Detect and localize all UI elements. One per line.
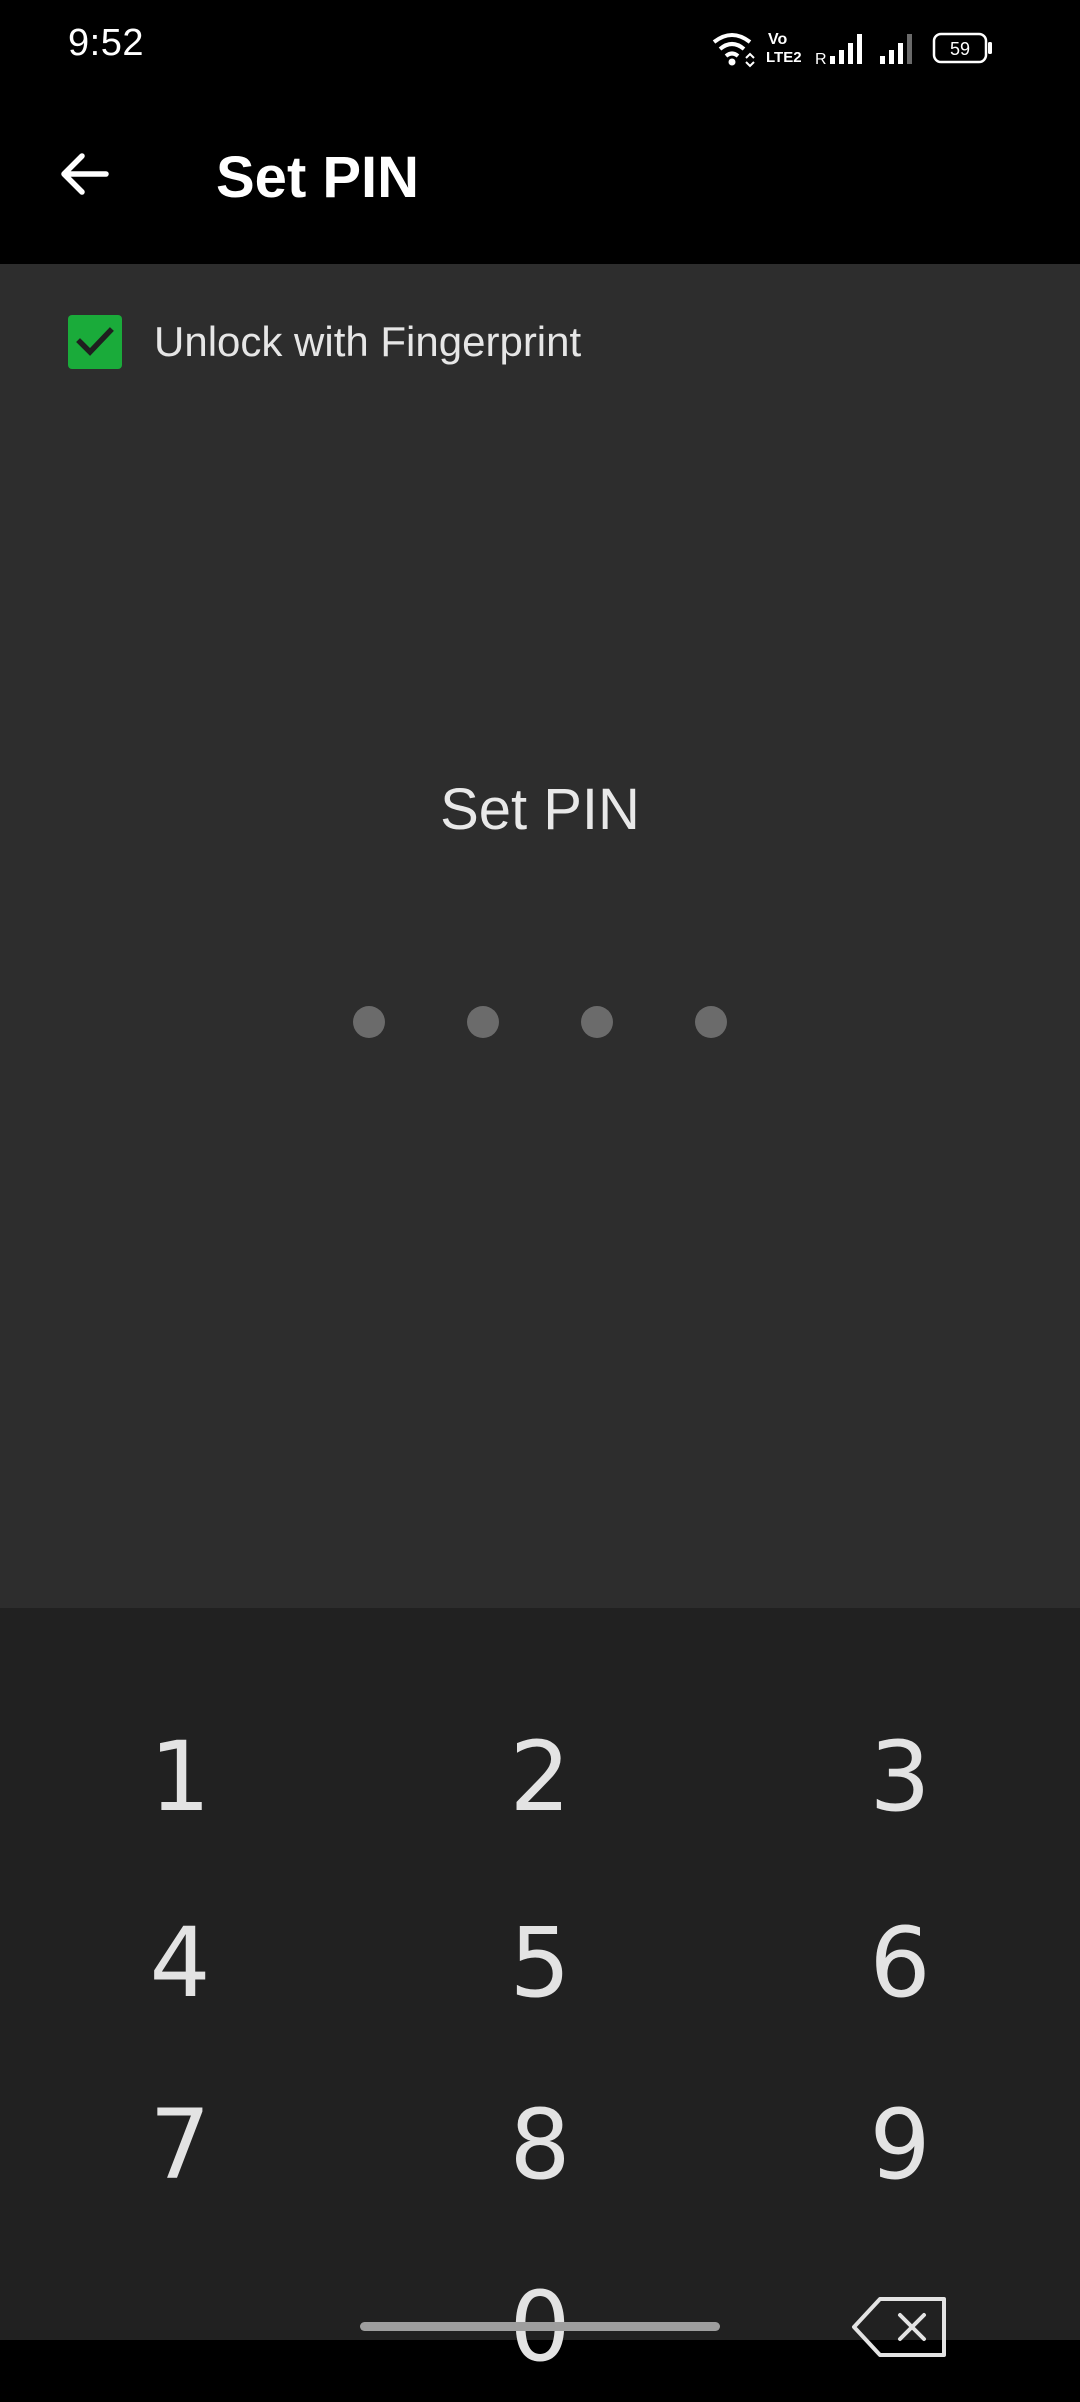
key-7[interactable]: 7 <box>30 2070 330 2220</box>
fingerprint-label: Unlock with Fingerprint <box>154 318 582 365</box>
pin-indicator <box>0 1006 1080 1038</box>
check-icon <box>76 327 114 356</box>
svg-text:LTE2: LTE2 <box>766 49 802 66</box>
wifi-icon <box>712 33 755 68</box>
battery-icon: 59 <box>932 32 992 64</box>
pin-dot <box>467 1006 499 1038</box>
status-icons: Vo LTE2 R 59 <box>712 31 992 68</box>
key-5[interactable]: 5 <box>390 1888 690 2038</box>
svg-text:R: R <box>815 51 827 68</box>
signal-icon <box>880 34 912 64</box>
volte-icon: Vo LTE2 <box>766 31 802 66</box>
pin-dot <box>695 1006 727 1038</box>
key-4[interactable]: 4 <box>30 1888 330 2038</box>
key-1[interactable]: 1 <box>30 1702 330 1852</box>
backspace-icon <box>852 2297 946 2357</box>
pin-setup-content: Unlock with Fingerprint Set PIN <box>0 264 1080 1608</box>
pin-dot <box>353 1006 385 1038</box>
status-time: 9:52 <box>68 22 144 64</box>
key-6[interactable]: 6 <box>750 1888 1050 2038</box>
fingerprint-checkbox[interactable] <box>68 315 122 369</box>
page-title: Set PIN <box>216 145 420 210</box>
signal-icon: R <box>815 34 862 68</box>
pin-prompt-title: Set PIN <box>440 777 640 842</box>
arrow-back-icon <box>61 153 109 195</box>
svg-text:59: 59 <box>950 39 970 59</box>
key-3[interactable]: 3 <box>750 1702 1050 1852</box>
status-bar: 9:52 Vo LTE2 R 59 <box>0 0 1080 96</box>
numeric-keypad: 1 2 3 4 5 6 7 8 9 0 <box>0 1608 1080 2383</box>
backspace-button[interactable] <box>750 2252 1050 2402</box>
svg-text:Vo: Vo <box>768 31 787 48</box>
pin-dot <box>581 1006 613 1038</box>
key-2[interactable]: 2 <box>390 1702 690 1852</box>
back-button[interactable] <box>48 138 120 210</box>
key-9[interactable]: 9 <box>750 2070 1050 2220</box>
home-indicator[interactable] <box>360 2322 720 2331</box>
fingerprint-toggle-row[interactable]: Unlock with Fingerprint <box>68 314 581 370</box>
app-bar: Set PIN <box>0 96 1080 264</box>
key-8[interactable]: 8 <box>390 2070 690 2220</box>
